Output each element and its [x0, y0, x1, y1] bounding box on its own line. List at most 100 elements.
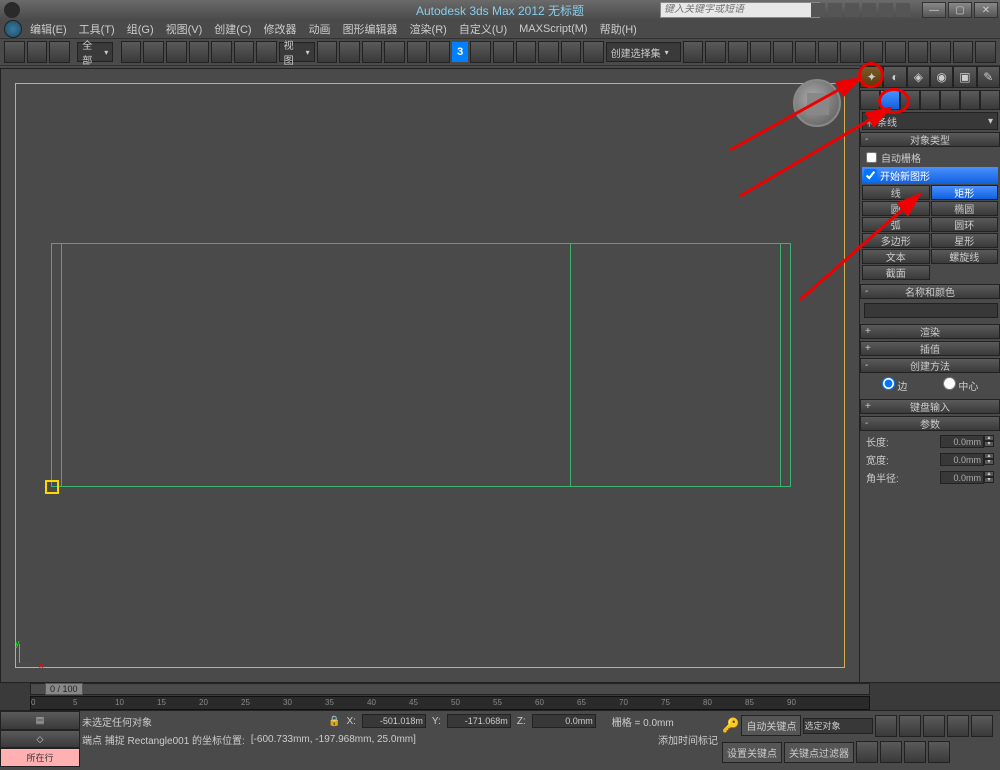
x-input[interactable]	[362, 714, 426, 728]
keyboard-rollout-header[interactable]: +键盘输入	[860, 399, 1000, 414]
render-rollout-header[interactable]: +渲染	[860, 324, 1000, 339]
circle-button[interactable]: 圆	[862, 201, 930, 216]
rectangle-button[interactable]: 矩形	[931, 185, 999, 200]
display-tab[interactable]: ▣	[953, 66, 976, 88]
length-input[interactable]	[940, 435, 984, 448]
play-prev-button[interactable]	[899, 715, 921, 737]
snap-percent-button[interactable]	[407, 41, 428, 63]
systems-icon[interactable]	[980, 90, 1000, 110]
play-next-button[interactable]	[947, 715, 969, 737]
close-button[interactable]: ✕	[974, 2, 998, 18]
tb-btn[interactable]	[683, 41, 704, 63]
time-ruler[interactable]: 051015202530354045505560657075808590	[30, 696, 870, 710]
menu-custom[interactable]: 自定义(U)	[459, 21, 507, 37]
menu-edit[interactable]: 编辑(E)	[30, 21, 67, 37]
rollout-header[interactable]: -参数	[860, 416, 1000, 431]
ellipse-button[interactable]: 椭圆	[931, 201, 999, 216]
curr-row-button[interactable]: 所在行	[0, 748, 80, 767]
spacewarps-icon[interactable]	[960, 90, 980, 110]
cameras-icon[interactable]	[920, 90, 940, 110]
manip-button[interactable]	[339, 41, 360, 63]
menu-create[interactable]: 创建(C)	[214, 21, 251, 37]
selection-handle[interactable]	[45, 480, 59, 494]
nav-button[interactable]	[904, 741, 926, 763]
arc-button[interactable]: 弧	[862, 217, 930, 232]
minimize-button[interactable]: —	[922, 2, 946, 18]
render-setup-button[interactable]	[795, 41, 816, 63]
search-box[interactable]	[660, 2, 820, 18]
shapes-icon[interactable]	[880, 90, 900, 110]
render-button[interactable]	[840, 41, 861, 63]
move-button[interactable]	[211, 41, 232, 63]
viewport[interactable]: yx	[0, 68, 860, 683]
category-dropdown[interactable]: 样条线	[862, 112, 998, 130]
nav-button[interactable]	[928, 741, 950, 763]
align-button[interactable]	[561, 41, 582, 63]
tb-btn[interactable]	[953, 41, 974, 63]
interp-rollout-header[interactable]: +插值	[860, 341, 1000, 356]
select-name-button[interactable]	[143, 41, 164, 63]
snap2-button[interactable]	[470, 41, 491, 63]
search-input[interactable]	[661, 4, 819, 15]
star-button[interactable]: 星形	[931, 233, 999, 248]
spin-down[interactable]: ▾	[984, 477, 994, 483]
view-cube[interactable]	[793, 79, 841, 127]
add-time-label[interactable]: 添加时间标记	[658, 732, 718, 747]
snap3-button[interactable]	[493, 41, 514, 63]
play-end-button[interactable]	[971, 715, 993, 737]
rollout-header[interactable]: -创建方法	[860, 358, 1000, 373]
tb-btn[interactable]	[908, 41, 929, 63]
lights-icon[interactable]	[900, 90, 920, 110]
tb-btn[interactable]	[705, 41, 726, 63]
autokey-button[interactable]: 自动关键点	[741, 715, 801, 736]
teapot-button[interactable]	[975, 41, 996, 63]
rollout-header[interactable]: -对象类型	[860, 132, 1000, 147]
menu-maxscript[interactable]: MAXScript(M)	[519, 23, 587, 35]
keyfilter-button[interactable]: 关键点过滤器	[784, 742, 854, 763]
filter-combo[interactable]: 全部	[77, 42, 113, 62]
width-input[interactable]	[940, 453, 984, 466]
help-icon[interactable]	[896, 3, 910, 17]
script-button[interactable]: ▤	[0, 711, 80, 730]
donut-button[interactable]: 圆环	[931, 217, 999, 232]
select-button[interactable]	[121, 41, 142, 63]
app-icon[interactable]	[4, 2, 20, 18]
shape-rectangle[interactable]	[61, 243, 781, 487]
motion-tab[interactable]: ◉	[930, 66, 953, 88]
window-crossing-button[interactable]	[189, 41, 210, 63]
help-icon[interactable]	[845, 3, 859, 17]
menu-anim[interactable]: 动画	[309, 21, 331, 37]
key-icon[interactable]: 🔑	[722, 717, 739, 734]
time-slider[interactable]: 0 / 100	[30, 683, 870, 695]
play-start-button[interactable]	[875, 715, 897, 737]
ngon-button[interactable]: 多边形	[862, 233, 930, 248]
lock-icon[interactable]: 🔒	[328, 716, 340, 727]
material-button[interactable]	[773, 41, 794, 63]
radius-input[interactable]	[940, 471, 984, 484]
text-button[interactable]: 文本	[862, 249, 930, 264]
layer-button[interactable]	[583, 41, 604, 63]
tb-btn[interactable]	[885, 41, 906, 63]
line-button[interactable]: 线	[862, 185, 930, 200]
autogrid-checkbox[interactable]	[866, 152, 877, 163]
maximize-button[interactable]: ▢	[948, 2, 972, 18]
section-button[interactable]: 截面	[862, 265, 930, 280]
app-menu-icon[interactable]	[4, 20, 22, 38]
tb-btn[interactable]	[930, 41, 951, 63]
spin-down[interactable]: ▾	[984, 459, 994, 465]
time-handle[interactable]: 0 / 100	[45, 683, 83, 695]
nav-button[interactable]	[856, 741, 878, 763]
y-input[interactable]	[447, 714, 511, 728]
edge-radio[interactable]: 边	[882, 377, 908, 393]
center-radio[interactable]: 中心	[943, 377, 979, 393]
selset-combo[interactable]: 创建选择集	[606, 42, 681, 62]
tb-btn[interactable]	[863, 41, 884, 63]
nav-button[interactable]	[880, 741, 902, 763]
snap-value[interactable]: 3	[452, 42, 469, 62]
z-input[interactable]	[532, 714, 596, 728]
mirror-button[interactable]	[538, 41, 559, 63]
render-frame-button[interactable]	[818, 41, 839, 63]
menu-view[interactable]: 视图(V)	[166, 21, 203, 37]
create-tab[interactable]: ✦	[860, 66, 883, 88]
schematic-button[interactable]	[750, 41, 771, 63]
